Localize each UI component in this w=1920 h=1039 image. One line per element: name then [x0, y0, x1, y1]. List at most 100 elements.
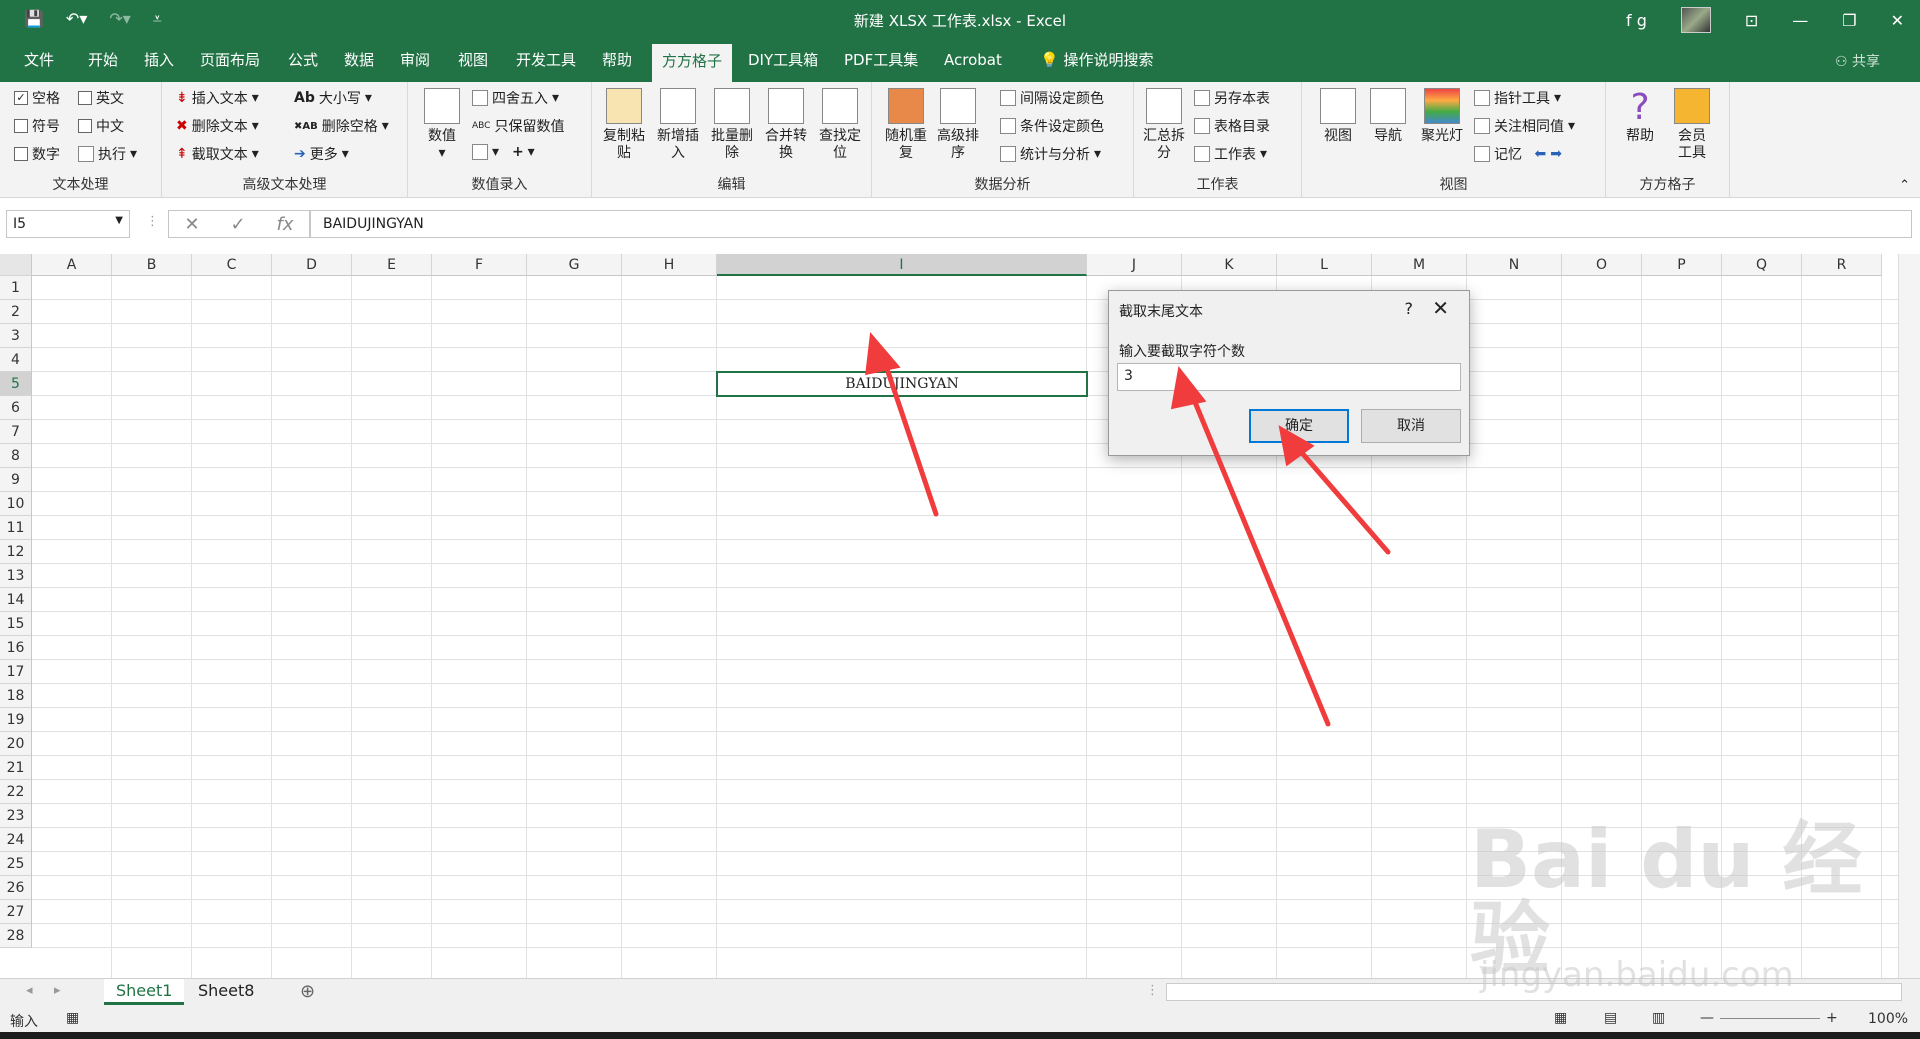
merge-convert-button[interactable]: 合并转换: [760, 88, 812, 162]
ok-button[interactable]: 确定: [1249, 409, 1349, 443]
edit-tools-button[interactable]: ▾ + ▾: [472, 144, 535, 160]
batch-delete-button[interactable]: 批量删除: [706, 88, 758, 162]
member-tools-button[interactable]: 会员工具: [1672, 88, 1712, 162]
execute-button[interactable]: 执行 ▾: [78, 144, 137, 164]
row-header[interactable]: 11: [0, 516, 32, 540]
interval-color-button[interactable]: 间隔设定颜色: [1000, 88, 1104, 108]
name-box[interactable]: I5 ▼: [6, 210, 130, 238]
column-header[interactable]: B: [112, 254, 192, 276]
extract-text-button[interactable]: ⇞ 截取文本 ▾: [176, 144, 259, 164]
zoom-in-icon[interactable]: +: [1826, 1010, 1838, 1026]
column-header[interactable]: I: [717, 254, 1087, 276]
row-header[interactable]: 24: [0, 828, 32, 852]
row-header[interactable]: 18: [0, 684, 32, 708]
check-number[interactable]: 数字: [14, 144, 60, 164]
delete-space-button[interactable]: ✖AB 删除空格 ▾: [294, 116, 389, 136]
row-header[interactable]: 3: [0, 324, 32, 348]
advanced-sort-button[interactable]: 高级排序: [934, 88, 982, 162]
tab-home[interactable]: 开始: [78, 38, 128, 82]
select-all-corner[interactable]: [0, 254, 32, 276]
share-button[interactable]: ⚇ 共享: [1835, 51, 1880, 71]
ribbon-display-icon[interactable]: ⊡: [1745, 11, 1758, 30]
tab-insert[interactable]: 插入: [134, 38, 184, 82]
column-header[interactable]: H: [622, 254, 717, 276]
view-button[interactable]: 视图: [1318, 88, 1358, 145]
row-header[interactable]: 15: [0, 612, 32, 636]
save-sheet-button[interactable]: 另存本表: [1194, 88, 1270, 108]
row-header[interactable]: 4: [0, 348, 32, 372]
enter-icon[interactable]: ✓: [231, 214, 246, 235]
normal-view-icon[interactable]: ▦: [1554, 1010, 1567, 1026]
row-header[interactable]: 9: [0, 468, 32, 492]
tab-ffgz[interactable]: 方方格子: [652, 44, 733, 82]
column-header[interactable]: J: [1087, 254, 1182, 276]
column-header[interactable]: O: [1562, 254, 1642, 276]
close-icon[interactable]: ✕: [1891, 11, 1904, 30]
round-button[interactable]: 四舍五入 ▾: [472, 88, 559, 108]
tab-formulas[interactable]: 公式: [278, 38, 328, 82]
chevron-down-icon[interactable]: ▼: [115, 215, 123, 226]
condition-color-button[interactable]: 条件设定颜色: [1000, 116, 1104, 136]
column-header[interactable]: L: [1277, 254, 1372, 276]
row-header[interactable]: 23: [0, 804, 32, 828]
insert-text-button[interactable]: ⇟ 插入文本 ▾: [176, 88, 259, 108]
row-header[interactable]: 25: [0, 852, 32, 876]
char-count-input[interactable]: 3: [1117, 363, 1461, 391]
pointer-tool-button[interactable]: 指针工具 ▾: [1474, 88, 1561, 108]
random-repeat-button[interactable]: 随机重复: [882, 88, 930, 162]
case-button[interactable]: Ab 大小写 ▾: [294, 88, 372, 108]
minimize-icon[interactable]: —: [1792, 11, 1808, 30]
tab-developer[interactable]: 开发工具: [506, 38, 586, 82]
arrow-right-icon[interactable]: ➡: [1550, 146, 1562, 162]
column-header[interactable]: R: [1802, 254, 1882, 276]
column-header[interactable]: N: [1467, 254, 1562, 276]
tab-page-layout[interactable]: 页面布局: [190, 38, 270, 82]
sheet-tab-sheet1[interactable]: Sheet1: [104, 979, 185, 1005]
keep-values-button[interactable]: ABC 只保留数值: [472, 116, 564, 136]
row-header[interactable]: 2: [0, 300, 32, 324]
row-header[interactable]: 5: [0, 372, 32, 396]
navigation-button[interactable]: 导航: [1368, 88, 1408, 145]
row-header[interactable]: 13: [0, 564, 32, 588]
check-chinese[interactable]: 中文: [78, 116, 124, 136]
row-header[interactable]: 26: [0, 876, 32, 900]
close-icon[interactable]: ✕: [1432, 296, 1449, 320]
memory-button[interactable]: 记忆 ⬅ ➡: [1474, 144, 1562, 164]
copy-paste-button[interactable]: 复制粘贴: [600, 88, 648, 162]
next-sheet-icon[interactable]: ▸: [54, 983, 61, 998]
tab-diy-toolbox[interactable]: DIY工具箱: [738, 38, 828, 82]
row-header[interactable]: 14: [0, 588, 32, 612]
selected-cell-i5[interactable]: BAIDUJINGYAN: [716, 371, 1088, 397]
row-header[interactable]: 17: [0, 660, 32, 684]
restore-icon[interactable]: ❐: [1842, 11, 1856, 30]
tell-me-search[interactable]: 💡 操作说明搜索: [1030, 38, 1163, 82]
tab-help[interactable]: 帮助: [592, 38, 642, 82]
tab-data[interactable]: 数据: [334, 38, 384, 82]
prev-sheet-icon[interactable]: ◂: [26, 983, 33, 998]
cancel-icon[interactable]: ✕: [184, 214, 199, 235]
row-header[interactable]: 27: [0, 900, 32, 924]
page-break-view-icon[interactable]: ▥: [1652, 1010, 1665, 1026]
row-header[interactable]: 6: [0, 396, 32, 420]
add-sheet-icon[interactable]: ⊕: [300, 981, 315, 1002]
column-header[interactable]: A: [32, 254, 112, 276]
column-header[interactable]: E: [352, 254, 432, 276]
find-locate-button[interactable]: 查找定位: [814, 88, 866, 162]
row-header[interactable]: 22: [0, 780, 32, 804]
zoom-out-icon[interactable]: —: [1700, 1010, 1714, 1026]
column-header[interactable]: G: [527, 254, 622, 276]
zoom-level[interactable]: 100%: [1868, 1011, 1908, 1027]
zoom-slider[interactable]: [1720, 1018, 1820, 1019]
worksheet-button[interactable]: 工作表 ▾: [1194, 144, 1267, 164]
row-header[interactable]: 16: [0, 636, 32, 660]
tab-pdf-tools[interactable]: PDF工具集: [834, 38, 928, 82]
function-icon[interactable]: fx: [277, 214, 294, 235]
row-header[interactable]: 12: [0, 540, 32, 564]
row-header[interactable]: 10: [0, 492, 32, 516]
formula-input[interactable]: BAIDUJINGYAN: [310, 210, 1912, 238]
column-header[interactable]: K: [1182, 254, 1277, 276]
row-header[interactable]: 28: [0, 924, 32, 948]
tab-view[interactable]: 视图: [448, 38, 498, 82]
delete-text-button[interactable]: ✖ 删除文本 ▾: [176, 116, 259, 136]
help-button[interactable]: ? 帮助: [1620, 88, 1660, 145]
